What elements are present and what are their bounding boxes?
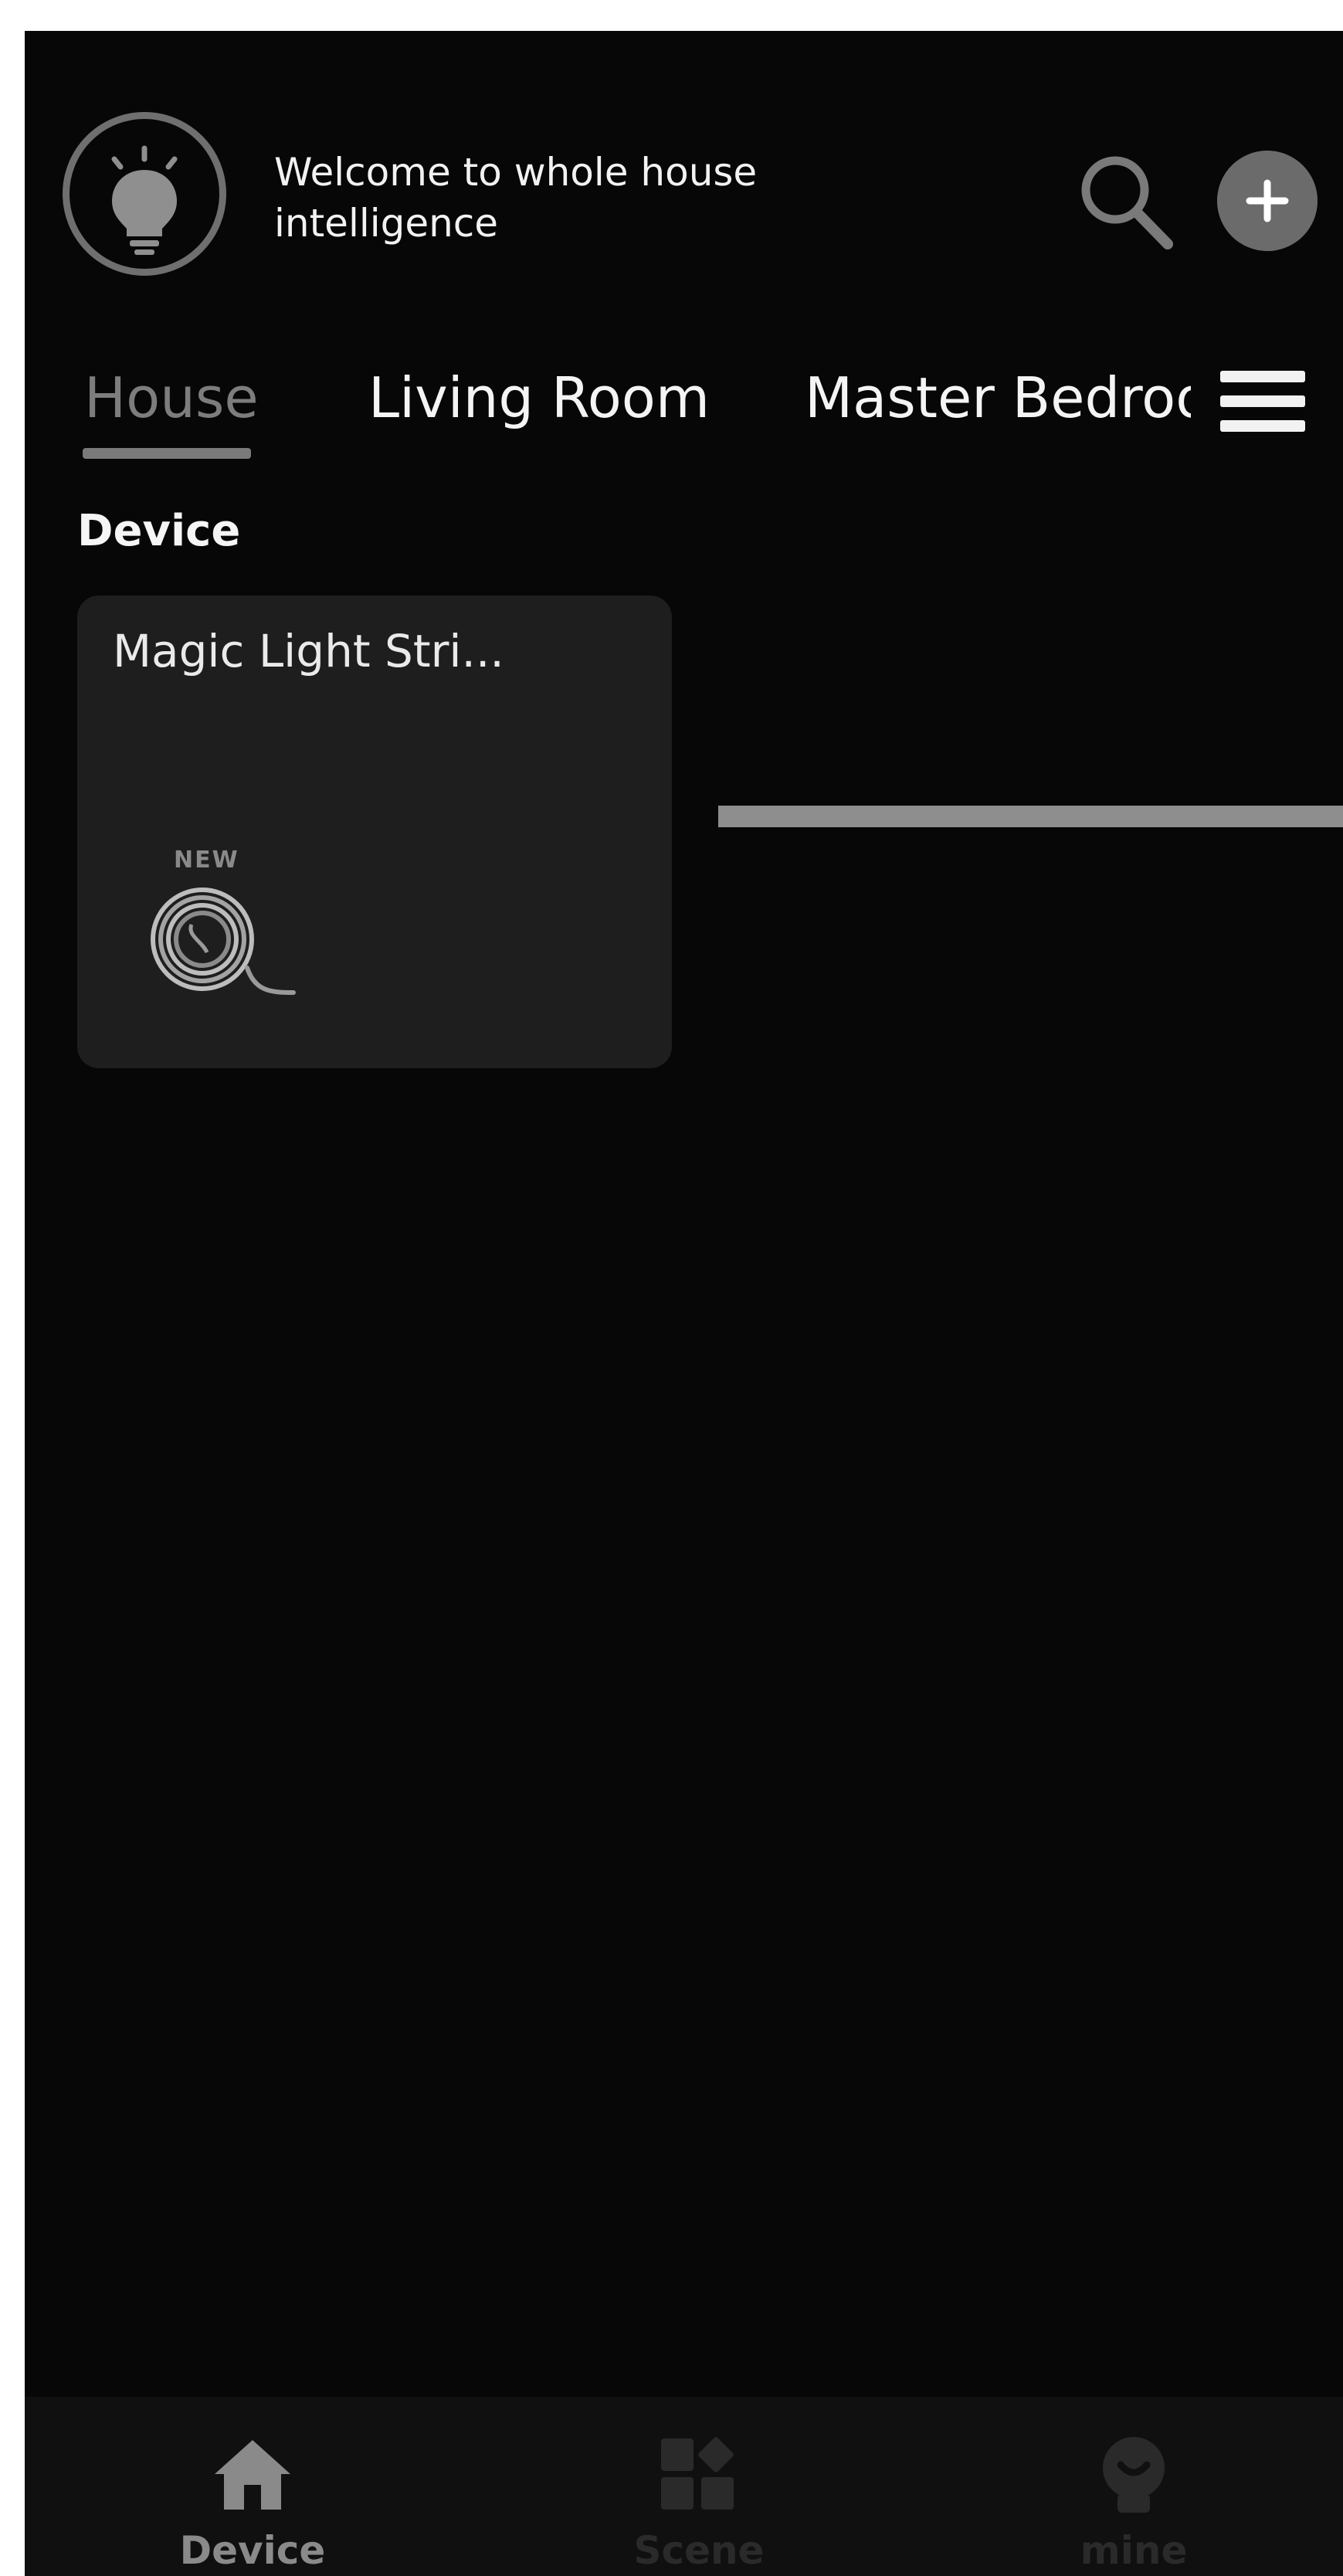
nav-scene-label: Scene [633, 2528, 765, 2573]
bottom-nav: Device Scene mine [25, 2397, 1343, 2576]
tab-master-bedroom[interactable]: Master Bedroom [805, 359, 1191, 436]
search-icon[interactable] [1069, 145, 1185, 261]
nav-scene[interactable]: Scene [583, 2435, 815, 2573]
new-badge: NEW [174, 847, 239, 874]
avatar[interactable] [63, 112, 226, 276]
profile-icon [1103, 2437, 1165, 2513]
device-card[interactable]: Magic Light Stri... NEW [77, 596, 672, 1068]
nav-device-label: Device [179, 2528, 326, 2573]
scene-grid-icon [661, 2437, 734, 2510]
lightbulb-icon [111, 145, 178, 255]
nav-device[interactable]: Device [137, 2435, 368, 2573]
section-title: Device [77, 506, 241, 556]
nav-mine[interactable]: mine [1018, 2435, 1250, 2573]
welcome-text: Welcome to whole house intelligence [274, 150, 758, 246]
device-name: Magic Light Stri... [113, 625, 504, 677]
light-strip-coil-icon [151, 888, 296, 995]
divider-bar [718, 806, 1343, 827]
nav-mine-label: mine [1080, 2528, 1188, 2573]
tab-master-bedroom-clip: Master Bedroom [805, 359, 1191, 444]
add-button[interactable] [1217, 151, 1318, 251]
tab-house[interactable]: House [84, 359, 259, 436]
app-screen: Welcome to whole house intelligence Hous… [25, 31, 1343, 2576]
home-icon [215, 2440, 290, 2510]
tab-living-room[interactable]: Living Room [368, 359, 710, 436]
hamburger-menu-icon[interactable] [1220, 340, 1305, 440]
active-tab-indicator [83, 448, 251, 459]
